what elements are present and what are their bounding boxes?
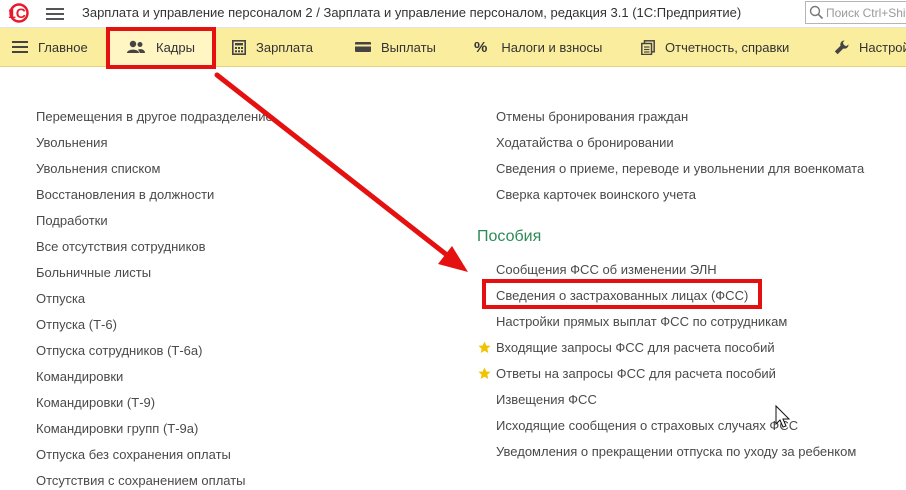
link-reservation-cancel[interactable]: Отмены бронирования граждан bbox=[496, 109, 688, 125]
section-main[interactable]: Главное bbox=[12, 28, 88, 66]
search-input[interactable] bbox=[826, 4, 906, 21]
link-childcare-leave-termination[interactable]: Уведомления о прекращении отпуска по ухо… bbox=[496, 444, 856, 460]
link-reservation-petitions[interactable]: Ходатайства о бронировании bbox=[496, 135, 674, 151]
link-fss-insured-persons[interactable]: Сведения о застрахованных лицах (ФСС) bbox=[496, 288, 748, 304]
global-search[interactable] bbox=[805, 1, 906, 24]
link-fss-eln-messages[interactable]: Сообщения ФСС об изменении ЭЛН bbox=[496, 262, 717, 278]
section-label: Налоги и взносы bbox=[501, 39, 603, 55]
wallet-icon bbox=[355, 42, 371, 52]
link-fss-notices[interactable]: Извещения ФСС bbox=[496, 392, 597, 408]
link-fss-request-answers[interactable]: Ответы на запросы ФСС для расчета пособи… bbox=[496, 366, 776, 382]
section-label: Зарплата bbox=[256, 39, 313, 55]
link-all-absences[interactable]: Все отсутствия сотрудников bbox=[36, 239, 206, 255]
link-dismissals-list[interactable]: Увольнения списком bbox=[36, 161, 160, 177]
star-icon bbox=[478, 341, 491, 353]
link-vacations-t6a[interactable]: Отпуска сотрудников (Т-6а) bbox=[36, 343, 202, 359]
link-transfers[interactable]: Перемещения в другое подразделение bbox=[36, 109, 273, 125]
link-unpaid-leave[interactable]: Отпуска без сохранения оплаты bbox=[36, 447, 231, 463]
section-taxes[interactable]: % Налоги и взносы bbox=[474, 28, 602, 66]
link-business-trips[interactable]: Командировки bbox=[36, 369, 123, 385]
section-label: Настройка bbox=[859, 39, 906, 55]
link-business-trips-t9[interactable]: Командировки (Т-9) bbox=[36, 395, 155, 411]
link-fss-outgoing-messages[interactable]: Исходящие сообщения о страховых случаях … bbox=[496, 418, 798, 434]
svg-text:1С: 1С bbox=[8, 5, 26, 21]
link-sick-leaves[interactable]: Больничные листы bbox=[36, 265, 151, 281]
star-icon bbox=[478, 367, 491, 379]
wrench-icon bbox=[834, 39, 849, 54]
section-label: Выплаты bbox=[381, 39, 436, 55]
annotation-arrow bbox=[214, 72, 468, 272]
section-label: Главное bbox=[38, 39, 88, 55]
app-title: Зарплата и управление персоналом 2 / Зар… bbox=[82, 5, 742, 20]
section-hr[interactable]: Кадры bbox=[110, 28, 214, 66]
section-reports[interactable]: Отчетность, справки bbox=[641, 28, 789, 66]
reports-icon bbox=[641, 39, 655, 55]
link-military-registration[interactable]: Сведения о приеме, переводе и увольнении… bbox=[496, 161, 864, 177]
search-icon bbox=[809, 5, 824, 20]
title-bar: 1С Зарплата и управление персоналом 2 / … bbox=[0, 0, 906, 28]
section-label: Отчетность, справки bbox=[665, 39, 790, 55]
link-military-cards-check[interactable]: Сверка карточек воинского учета bbox=[496, 187, 696, 203]
section-label: Кадры bbox=[156, 39, 195, 55]
link-dismissals[interactable]: Увольнения bbox=[36, 135, 107, 151]
link-reinstatements[interactable]: Восстановления в должности bbox=[36, 187, 214, 203]
link-fss-direct-payments[interactable]: Настройки прямых выплат ФСС по сотрудник… bbox=[496, 314, 787, 330]
section-salary[interactable]: Зарплата bbox=[232, 28, 313, 66]
link-paid-absence[interactable]: Отсутствия с сохранением оплаты bbox=[36, 473, 246, 489]
link-fss-incoming-requests[interactable]: Входящие запросы ФСС для расчета пособий bbox=[496, 340, 775, 356]
section-bar: Главное Кадры Зарплата Выплаты % Налоги … bbox=[0, 28, 906, 67]
percent-icon: % bbox=[474, 38, 488, 56]
1c-logo-icon: 1С bbox=[8, 3, 29, 23]
main-menu-icon[interactable] bbox=[46, 5, 64, 21]
link-vacations-t6[interactable]: Отпуска (Т-6) bbox=[36, 317, 117, 333]
benefits-heading: Пособия bbox=[477, 228, 542, 245]
hamburger-icon bbox=[12, 41, 28, 53]
calculator-icon bbox=[232, 39, 246, 55]
section-settings[interactable]: Настройка bbox=[834, 28, 906, 66]
link-side-jobs[interactable]: Подработки bbox=[36, 213, 108, 229]
link-vacations[interactable]: Отпуска bbox=[36, 291, 85, 307]
people-icon bbox=[127, 40, 145, 53]
link-business-trips-t9a[interactable]: Командировки групп (Т-9а) bbox=[36, 421, 198, 437]
section-payments[interactable]: Выплаты bbox=[355, 28, 436, 66]
